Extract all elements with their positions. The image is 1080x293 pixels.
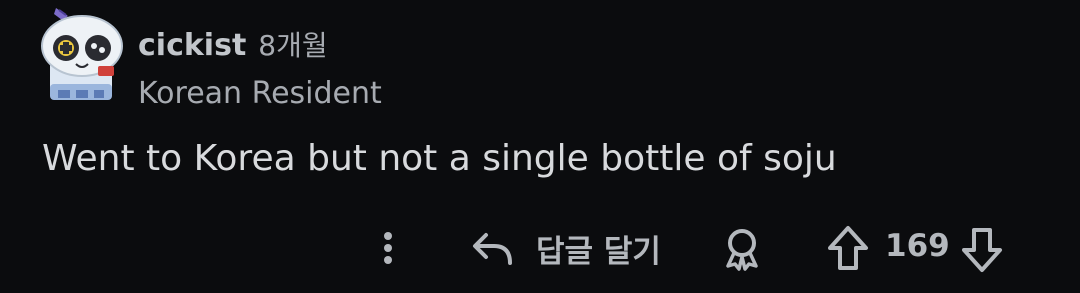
- more-options-button[interactable]: [374, 228, 402, 268]
- timestamp: 8개월: [258, 29, 328, 62]
- downvote-arrow-icon: [960, 226, 1004, 274]
- vote-score: 169: [885, 228, 950, 264]
- upvote-arrow-icon: [826, 224, 870, 272]
- more-vertical-icon: [374, 228, 402, 268]
- avatar[interactable]: [36, 6, 128, 106]
- reply-arrow-icon: [470, 227, 516, 271]
- reply-label: 답글 달기: [536, 234, 661, 270]
- comment-body: Went to Korea but not a single bottle of…: [42, 138, 837, 179]
- upvote-button[interactable]: [826, 224, 870, 272]
- reply-button[interactable]: 답글 달기: [470, 226, 661, 271]
- vote-count: 169: [885, 228, 950, 264]
- comment-header: cickist 8개월: [138, 24, 328, 64]
- user-flair: Korean Resident: [138, 76, 382, 111]
- award-icon: [720, 226, 764, 272]
- username[interactable]: cickist: [138, 28, 246, 63]
- avatar-image: [41, 8, 123, 100]
- award-button[interactable]: [720, 226, 764, 272]
- downvote-button[interactable]: [960, 226, 1004, 274]
